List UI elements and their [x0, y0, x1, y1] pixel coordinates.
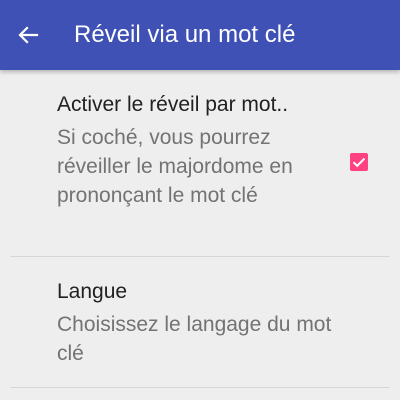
wake-word-preference[interactable]: Activer le réveil par mot.. Si coché, vo…: [0, 70, 400, 256]
wake-word-title: Activer le réveil par mot..: [57, 93, 289, 116]
settings-screen: Réveil via un mot clé Activer le réveil …: [0, 0, 400, 400]
wake-word-summary: Si coché, vous pourrez réveiller le majo…: [57, 126, 293, 207]
check-icon: [352, 157, 366, 168]
arrow-left-icon: [18, 26, 39, 44]
page-title: Réveil via un mot clé: [74, 21, 296, 48]
language-title: Langue: [57, 280, 128, 303]
app-toolbar: Réveil via un mot clé: [0, 0, 400, 70]
wake-word-checkbox[interactable]: [350, 153, 368, 171]
divider: [10, 387, 390, 388]
language-preference[interactable]: Langue Choisissez le langage du mot clé: [0, 257, 400, 387]
language-summary: Choisissez le langage du mot clé: [57, 313, 332, 365]
back-button[interactable]: [12, 19, 44, 51]
